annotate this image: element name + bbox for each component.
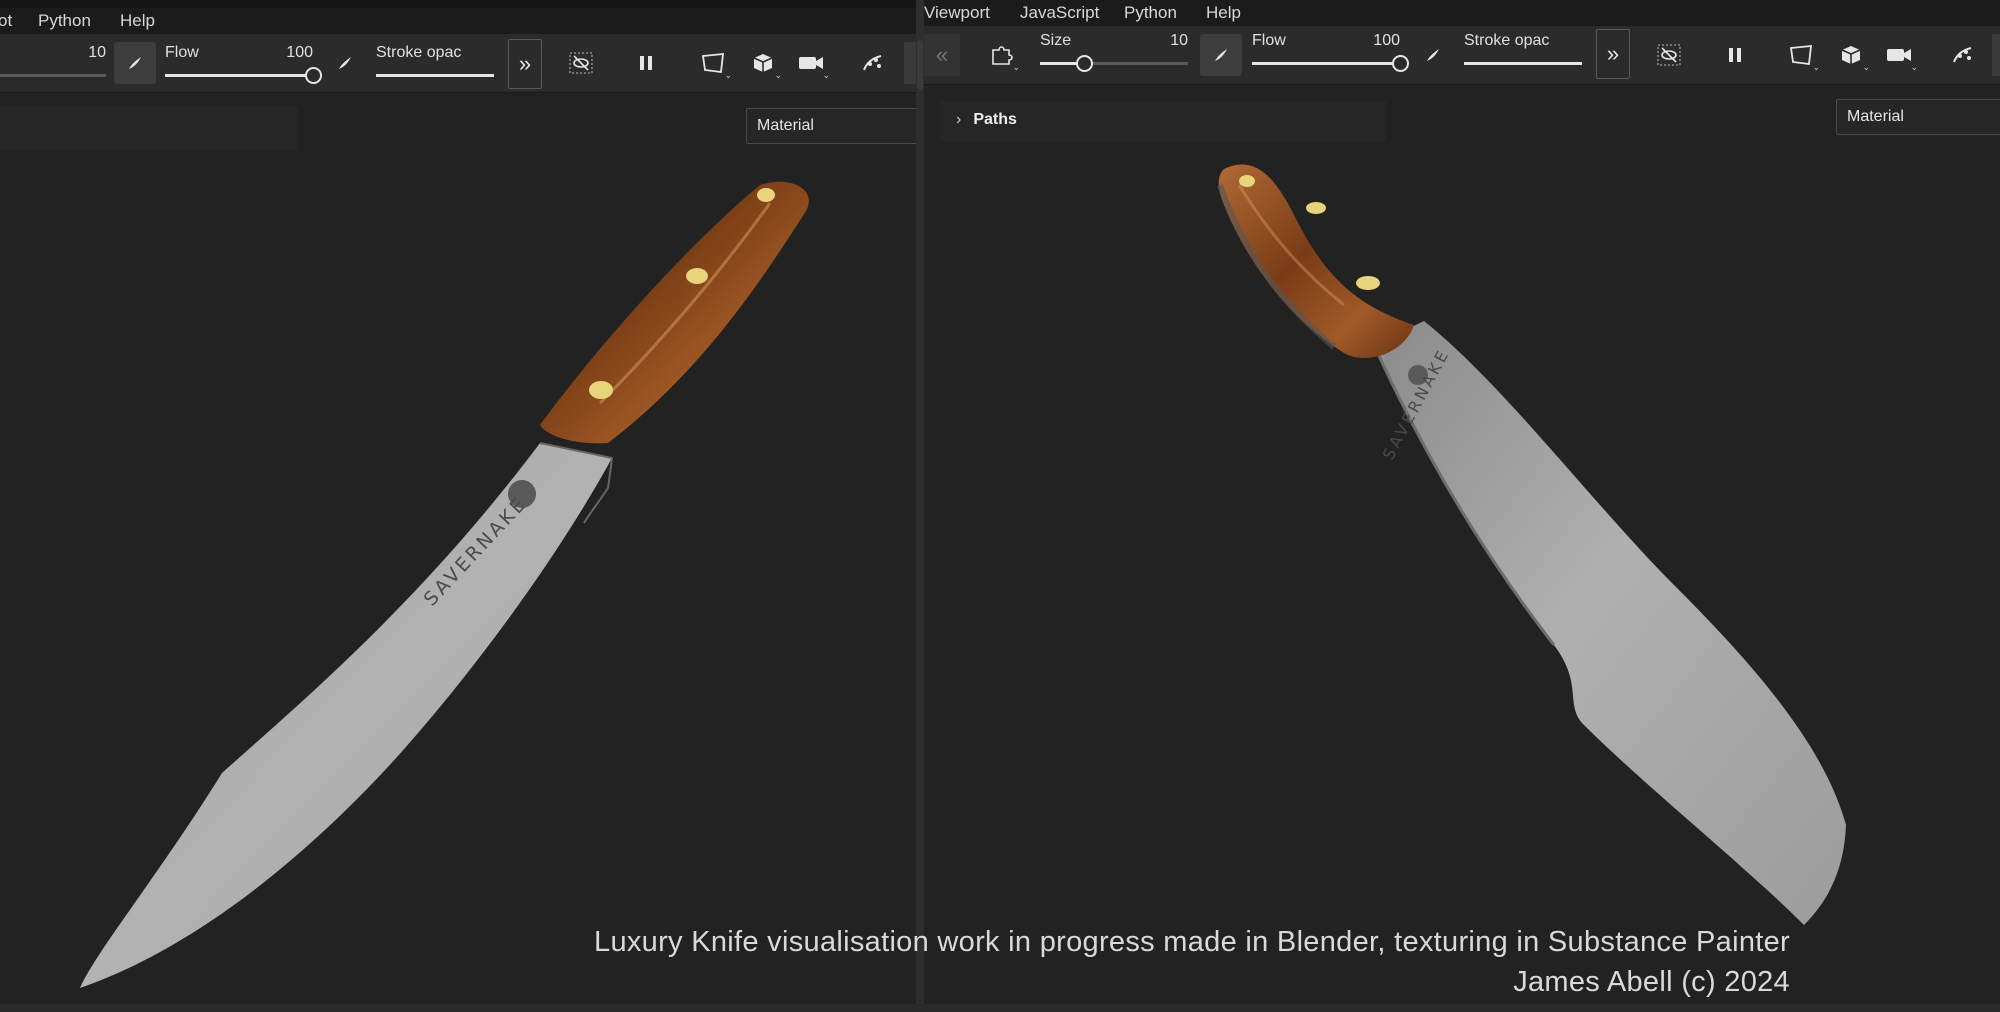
menu-item-python[interactable]: Python — [1124, 3, 1177, 23]
flow-value: 100 — [286, 44, 313, 61]
eye-off-icon — [1657, 44, 1681, 66]
flow-slider[interactable]: Flow 100 — [1252, 30, 1409, 72]
viewport[interactable]: › Paths Material SAVERNAKE — [924, 85, 2000, 1012]
viewport[interactable]: Material SAVERNAKE — [0, 93, 916, 1012]
divider-grip[interactable] — [917, 40, 923, 90]
size-value: 10 — [1170, 32, 1188, 49]
collapse-toolbar-button[interactable]: « — [924, 34, 960, 76]
brush-icon — [1215, 49, 1227, 61]
rivet — [1356, 276, 1380, 290]
stroke-opacity-slider[interactable]: Stroke opac — [376, 42, 494, 82]
display-mode-button[interactable]: ⌄ — [1830, 34, 1872, 76]
knife-render-left: SAVERNAKE — [80, 181, 809, 988]
brush-icon — [129, 57, 141, 69]
camera-button[interactable]: ⌄ — [1878, 34, 1920, 76]
window-top-strip — [0, 0, 916, 8]
toolbar: « ⌄ Size 10 Flow 100 Stroke opac » ⌄ ⌄ ⌄ — [924, 26, 2000, 85]
flow-slider-knob[interactable] — [305, 67, 322, 84]
selection-mode-button[interactable]: ⌄ — [692, 42, 734, 84]
cube-icon — [1841, 46, 1861, 64]
menu-item-python[interactable]: Python — [38, 11, 91, 31]
chevron-down-icon: ⌄ — [822, 70, 830, 80]
menu-bar: ot Python Help — [0, 8, 916, 34]
menu-item-javascript[interactable]: JavaScript — [1020, 3, 1099, 23]
size-label: Size — [1040, 32, 1072, 49]
expand-toolbar-button[interactable]: » — [508, 39, 542, 89]
chevron-down-icon: ⌄ — [1012, 62, 1020, 72]
rivet — [1306, 202, 1326, 214]
menu-item-help[interactable]: Help — [120, 11, 155, 31]
chevron-down-icon: ⌄ — [774, 70, 782, 80]
brush-icon — [1427, 49, 1439, 61]
selection-mode-button[interactable]: ⌄ — [1780, 34, 1822, 76]
flow-slider[interactable]: Flow 100 — [165, 42, 322, 84]
flow-label: Flow — [165, 44, 199, 61]
symmetry-icon — [1953, 47, 1972, 63]
size-slider[interactable]: Size 10 — [1040, 30, 1188, 72]
square-select-icon — [1789, 44, 1813, 66]
caption-line-1: Luxury Knife visualisation work in progr… — [594, 926, 1790, 958]
knife-render-right: SAVERNAKE — [1217, 164, 1846, 925]
brush-icon — [339, 57, 351, 69]
menu-item-viewport[interactable]: ot — [0, 11, 12, 31]
double-chevron-left-icon: « — [935, 42, 949, 67]
chevron-down-icon: ⌄ — [724, 70, 732, 80]
pause-icon — [1729, 48, 1741, 62]
size-slider[interactable]: 10 — [0, 42, 106, 82]
stroke-opacity-label: Stroke opac — [376, 44, 462, 61]
camera-button[interactable]: ⌄ — [790, 42, 832, 84]
size-slider-knob[interactable] — [1076, 55, 1094, 72]
brush-button[interactable] — [114, 42, 156, 84]
stroke-brush-button[interactable] — [1412, 34, 1454, 76]
size-value: 10 — [88, 44, 106, 61]
left-window: ot Python Help 10 Flow 100 Stroke opac » — [0, 0, 916, 1012]
toolbar: 10 Flow 100 Stroke opac » ⌄ ⌄ ⌄ — [0, 34, 916, 93]
pause-icon — [640, 56, 652, 70]
toolbar-overflow-edge — [1992, 34, 2000, 76]
stroke-brush-button[interactable] — [324, 42, 366, 84]
square-select-icon — [701, 52, 725, 74]
toolbar-overflow-edge — [904, 42, 916, 84]
expand-toolbar-button[interactable]: » — [1596, 29, 1630, 79]
chevron-down-icon: ⌄ — [1812, 62, 1820, 72]
flow-slider-knob[interactable] — [1392, 55, 1409, 72]
chevron-down-icon: ⌄ — [1910, 62, 1918, 72]
menu-item-viewport[interactable]: Viewport — [924, 3, 990, 23]
flow-value: 100 — [1373, 32, 1400, 49]
caption-line-2: James Abell (c) 2024 — [1513, 966, 1790, 998]
hide-button[interactable] — [1648, 34, 1690, 76]
eye-off-icon — [569, 52, 593, 74]
stroke-opacity-slider[interactable]: Stroke opac — [1464, 30, 1582, 70]
right-window: Viewport JavaScript Python Help « ⌄ Size… — [924, 0, 2000, 1012]
symmetry-button[interactable] — [1942, 34, 1984, 76]
rivet — [1239, 175, 1255, 187]
rivet — [757, 188, 775, 202]
stroke-opacity-label: Stroke opac — [1464, 32, 1550, 49]
menu-item-help[interactable]: Help — [1206, 3, 1241, 23]
caption: Luxury Knife visualisation work in progr… — [594, 922, 1790, 1002]
pane-divider[interactable] — [916, 0, 924, 1012]
camera-icon — [1887, 49, 1911, 61]
menu-bar: Viewport JavaScript Python Help — [924, 0, 2000, 26]
tool-select-button[interactable]: ⌄ — [980, 34, 1022, 76]
flow-label: Flow — [1252, 32, 1286, 49]
chevron-down-icon: ⌄ — [1862, 62, 1870, 72]
camera-icon — [799, 57, 823, 69]
puzzle-icon — [992, 46, 1013, 65]
double-chevron-right-icon: » — [1606, 41, 1620, 66]
brush-button[interactable] — [1200, 34, 1242, 76]
bottom-strip — [0, 1004, 2000, 1012]
rivet — [589, 381, 613, 399]
pause-button[interactable] — [1714, 34, 1756, 76]
double-chevron-right-icon: » — [518, 51, 532, 76]
cube-icon — [753, 54, 773, 72]
symmetry-icon — [863, 55, 882, 71]
display-mode-button[interactable]: ⌄ — [742, 42, 784, 84]
hide-button[interactable] — [560, 42, 602, 84]
rivet — [686, 268, 708, 284]
symmetry-button[interactable] — [852, 42, 894, 84]
pause-button[interactable] — [625, 42, 667, 84]
